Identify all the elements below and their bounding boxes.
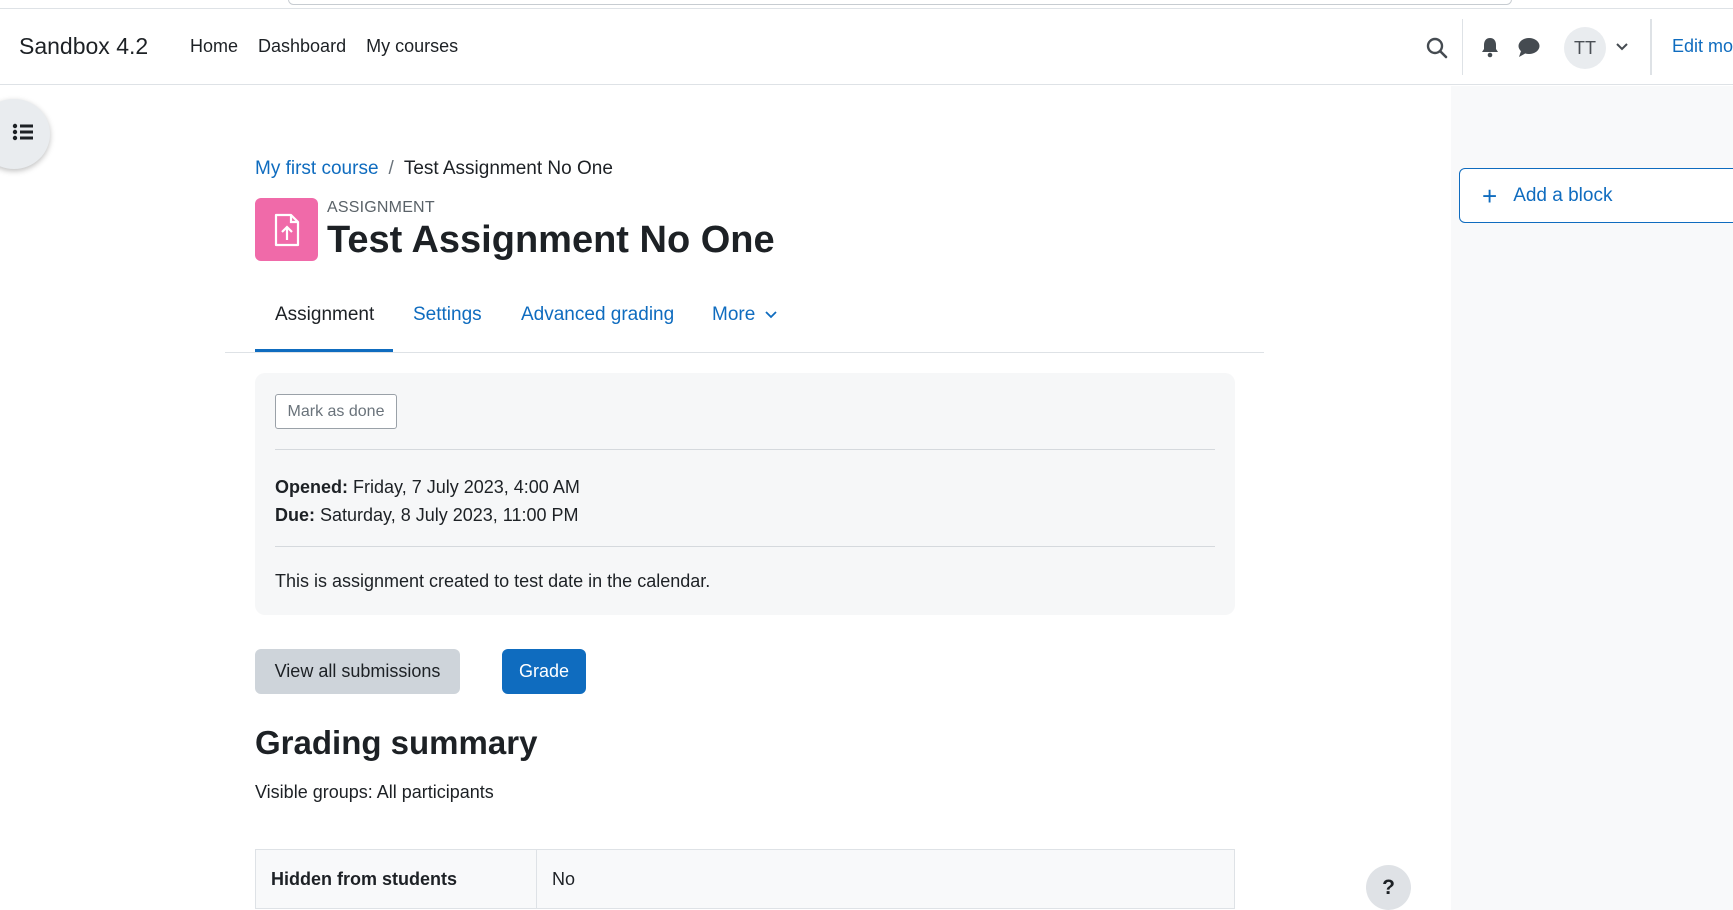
chevron-down-icon (764, 311, 777, 319)
activity-information: Mark as done Opened: Friday, 7 July 2023… (255, 373, 1235, 615)
mark-as-done-button[interactable]: Mark as done (275, 394, 397, 429)
navbar-divider (1650, 19, 1652, 75)
bell-icon[interactable] (1478, 35, 1502, 59)
chat-icon[interactable] (1516, 35, 1542, 59)
add-block-button[interactable]: + Add a block (1459, 168, 1733, 223)
assignment-icon (255, 198, 318, 261)
breadcrumb-current: Test Assignment No One (403, 158, 613, 179)
list-icon (12, 123, 34, 146)
grading-summary-table: Hidden from students No (255, 849, 1235, 909)
tab-settings[interactable]: Settings (413, 304, 482, 326)
chevron-down-icon[interactable] (1614, 37, 1630, 57)
due-date-row: Due: Saturday, 8 July 2023, 11:00 PM (275, 501, 580, 529)
user-avatar[interactable]: TT (1564, 27, 1606, 69)
tab-more-label: More (712, 304, 756, 325)
opened-value: Friday, 7 July 2023, 4:00 AM (353, 477, 580, 497)
opened-date-row: Opened: Friday, 7 July 2023, 4:00 AM (275, 473, 580, 501)
help-button[interactable]: ? (1366, 865, 1411, 910)
due-value: Saturday, 8 July 2023, 11:00 PM (320, 505, 579, 525)
activity-type-label: ASSIGNMENT (327, 199, 435, 216)
breadcrumb-separator: / (388, 158, 394, 179)
top-navbar: Sandbox 4.2 Home Dashboard My courses TT… (0, 9, 1733, 85)
block-drawer: + Add a block (1451, 86, 1733, 910)
table-cell-value: No (536, 849, 1235, 909)
browser-url-bar[interactable] (288, 0, 1512, 5)
tab-more[interactable]: More (712, 304, 777, 326)
site-name[interactable]: Sandbox 4.2 (19, 33, 148, 60)
nav-my-courses-link[interactable]: My courses (366, 36, 458, 57)
add-block-label: Add a block (1513, 184, 1613, 206)
due-label: Due: (275, 505, 315, 525)
navbar-divider (1462, 19, 1463, 75)
activity-dates: Opened: Friday, 7 July 2023, 4:00 AM Due… (275, 473, 580, 529)
edit-mode-toggle[interactable]: Edit mo (1672, 36, 1733, 57)
nav-dashboard-link[interactable]: Dashboard (258, 36, 346, 57)
nav-home-link[interactable]: Home (190, 36, 238, 57)
search-icon[interactable] (1424, 35, 1450, 61)
divider (275, 546, 1215, 547)
breadcrumb-course-link[interactable]: My first course (255, 158, 379, 180)
visible-groups-text: Visible groups: All participants (255, 782, 494, 802)
divider (275, 449, 1215, 450)
tab-advanced-grading[interactable]: Advanced grading (521, 304, 674, 326)
grading-summary-heading: Grading summary (255, 724, 538, 761)
secondary-navigation: Assignment Settings Advanced grading Mor… (225, 290, 1264, 353)
breadcrumb: My first course / Test Assignment No One (255, 158, 613, 180)
active-tab-indicator (255, 349, 393, 352)
browser-top-strip (0, 0, 1733, 9)
view-all-submissions-button[interactable]: View all submissions (255, 649, 460, 694)
table-row: Hidden from students No (255, 849, 1235, 909)
page-title: Test Assignment No One (327, 219, 775, 261)
grade-button[interactable]: Grade (502, 649, 586, 694)
plus-icon: + (1482, 180, 1498, 211)
primary-navigation: Home Dashboard My courses (190, 36, 478, 57)
table-cell-label: Hidden from students (255, 849, 537, 909)
tab-assignment[interactable]: Assignment (275, 304, 374, 326)
opened-label: Opened: (275, 477, 349, 497)
assignment-description: This is assignment created to test date … (275, 571, 711, 591)
course-index-toggle[interactable] (0, 99, 50, 169)
